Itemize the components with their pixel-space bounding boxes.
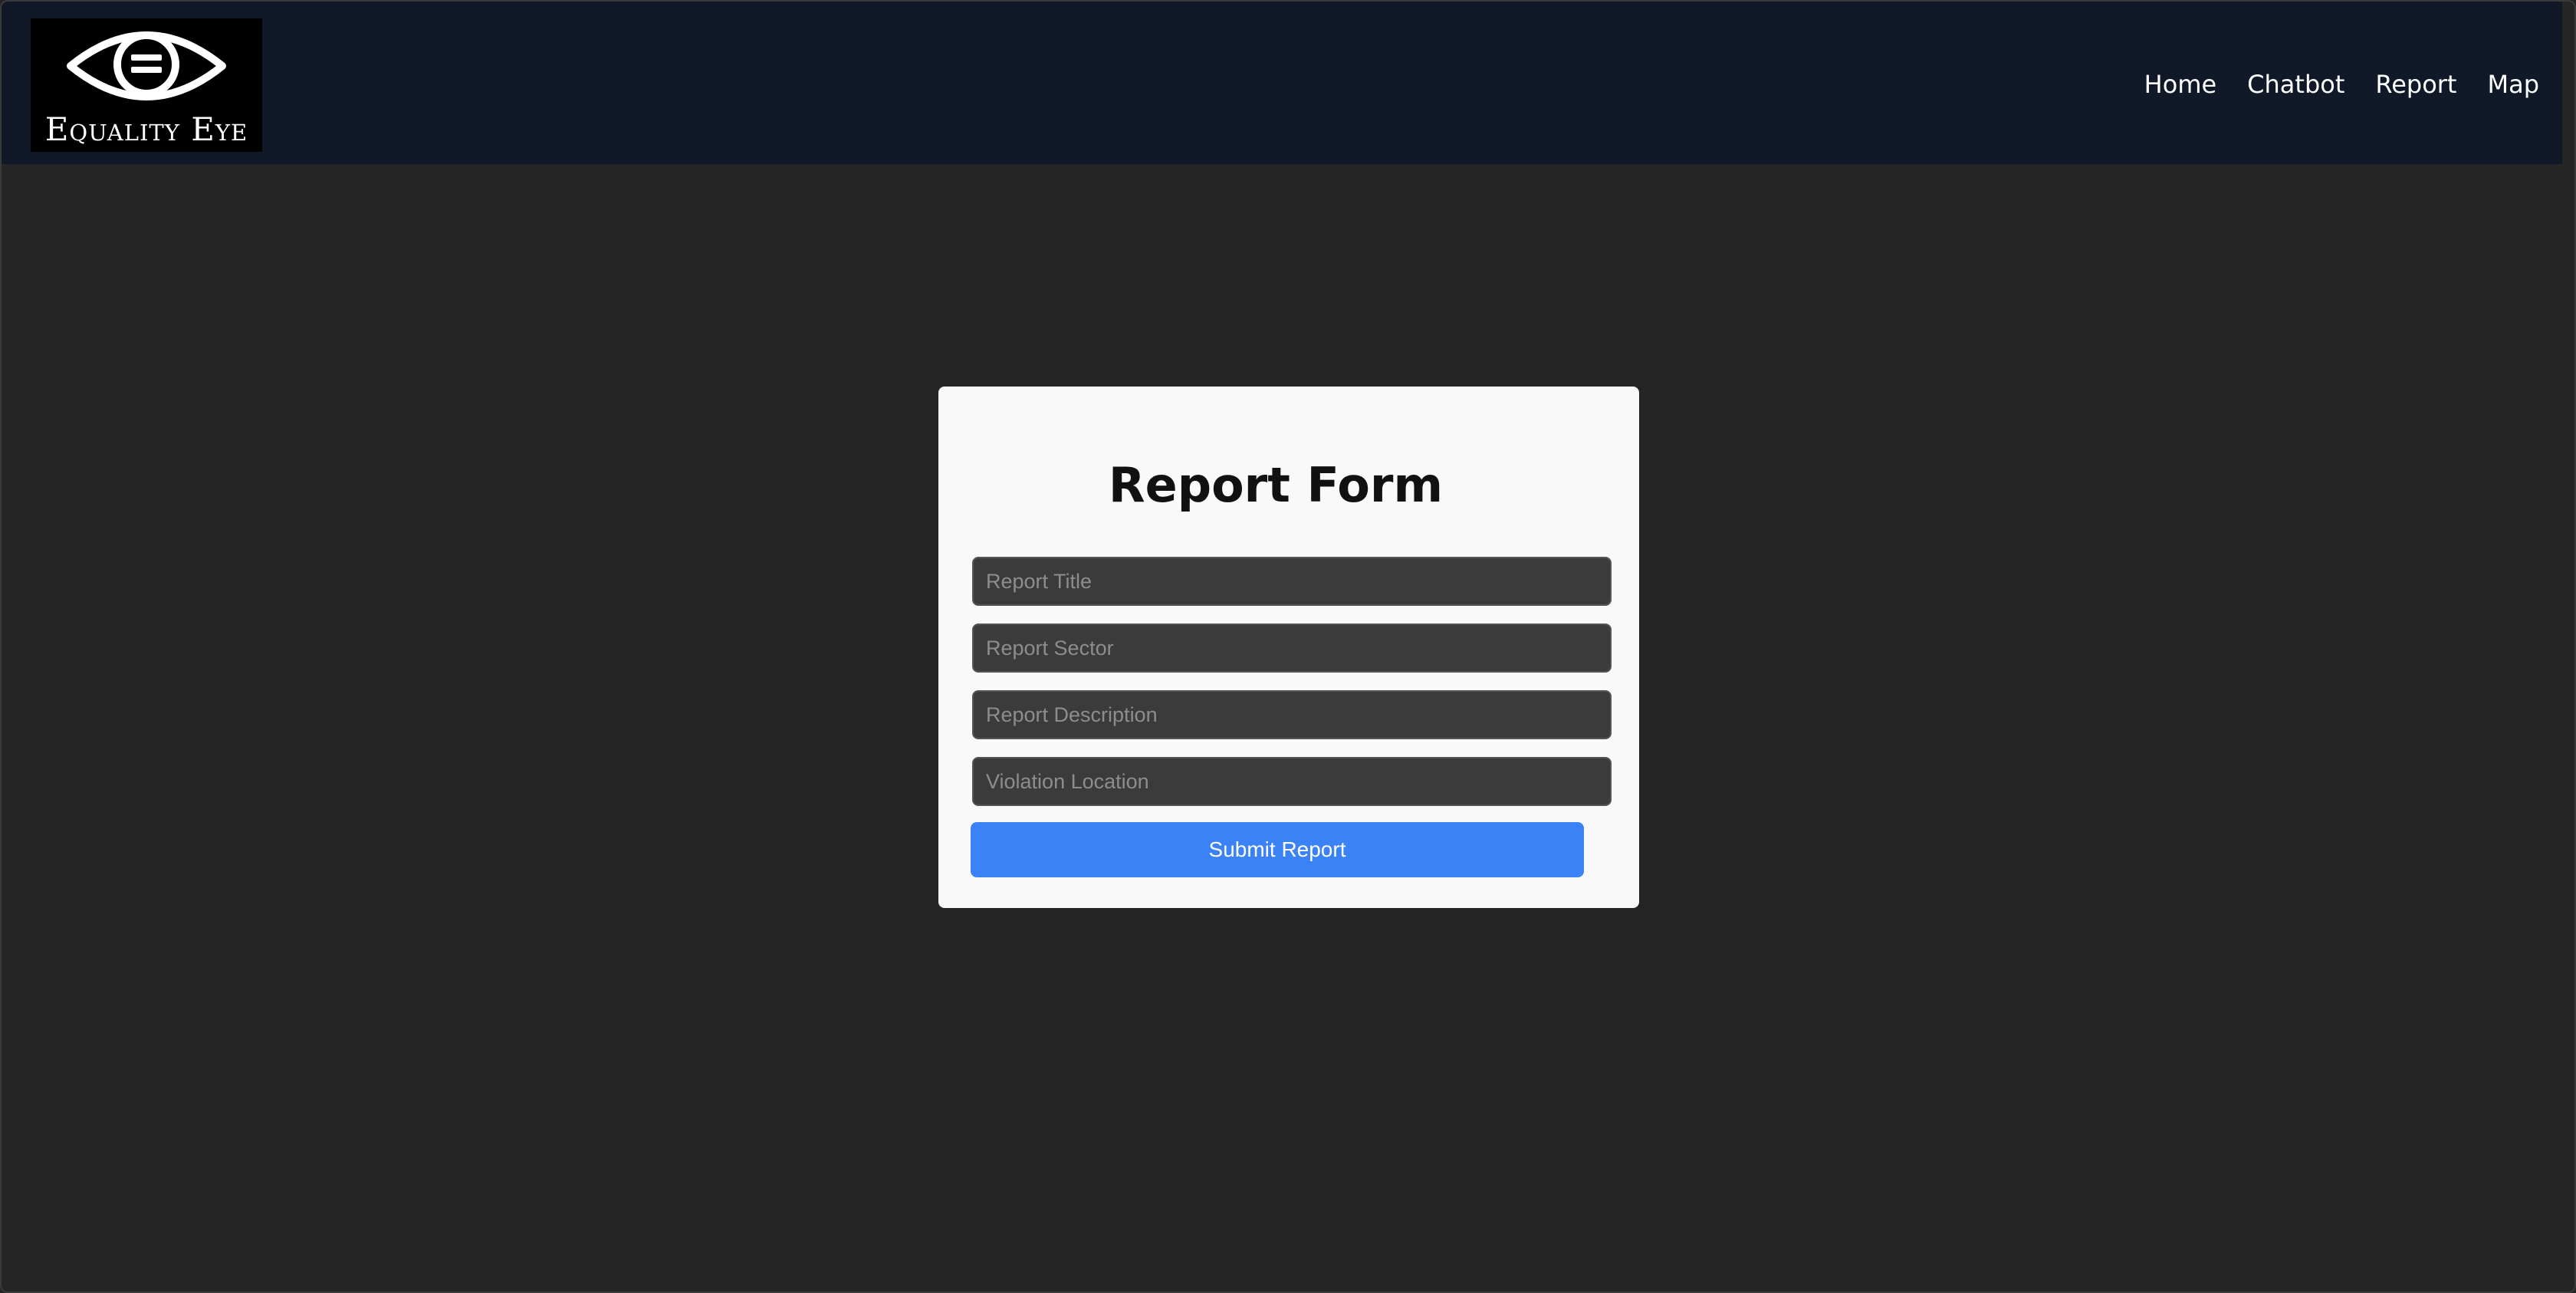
report-sector-input[interactable] [972,623,1612,673]
violation-location-input[interactable] [972,757,1612,806]
nav-links: Home Chatbot Report Map [2144,66,2539,103]
eye-equal-icon [67,31,226,100]
app-window: Equality Eye Home Chatbot Report Map Rep… [0,0,2576,1293]
nav-link-home[interactable]: Home [2144,66,2217,103]
report-title-input[interactable] [972,557,1612,606]
brand-name: Equality Eye [44,110,248,148]
navbar: Equality Eye Home Chatbot Report Map [2,2,2562,164]
nav-link-chatbot[interactable]: Chatbot [2247,66,2344,103]
nav-link-map[interactable]: Map [2487,66,2539,103]
brand-logo[interactable]: Equality Eye [31,18,262,152]
report-form-card: Report Form Submit Report [938,387,1639,908]
submit-report-button[interactable]: Submit Report [971,822,1584,877]
report-description-input[interactable] [972,690,1612,739]
nav-link-report[interactable]: Report [2375,66,2456,103]
form-title: Report Form [1108,457,1444,513]
